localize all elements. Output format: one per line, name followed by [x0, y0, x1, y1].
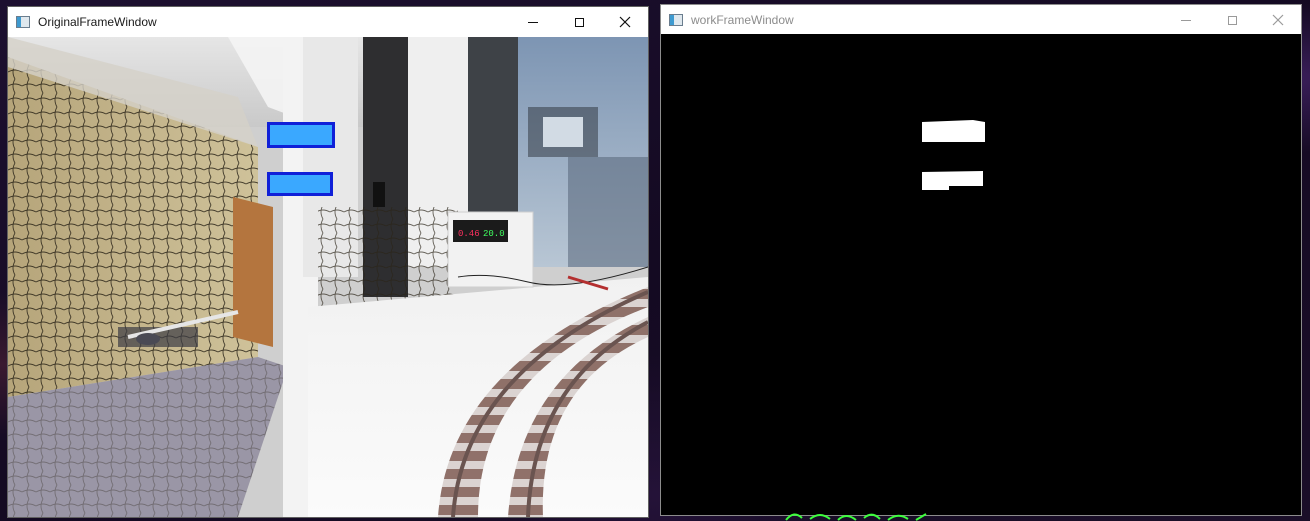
close-icon — [619, 16, 631, 28]
original-frame-window[interactable]: OriginalFrameWindow 0.46 20.0 — [7, 6, 649, 518]
work-window-title: workFrameWindow — [691, 13, 794, 27]
meter-left-reading: 0.46 — [458, 229, 480, 239]
maximize-icon — [1227, 15, 1237, 25]
meter-right-reading: 20.0 — [483, 229, 505, 239]
minimize-button[interactable] — [1163, 5, 1209, 35]
orange-panel — [233, 197, 273, 347]
original-window-titlebar[interactable]: OriginalFrameWindow — [8, 7, 648, 37]
minimize-button[interactable] — [510, 7, 556, 37]
minimize-icon — [1181, 19, 1191, 21]
work-frame-window[interactable]: workFrameWindow — [660, 4, 1302, 516]
maximize-button[interactable] — [1209, 5, 1255, 35]
close-icon — [1272, 14, 1284, 26]
maximize-button[interactable] — [556, 7, 602, 37]
close-button[interactable] — [602, 7, 648, 37]
mask-blobs — [922, 120, 985, 190]
camera-scene: 0.46 20.0 — [8, 37, 648, 517]
window-app-icon — [669, 14, 683, 26]
mask-blob-lower — [922, 171, 983, 190]
binary-mask-image — [661, 34, 1301, 515]
close-button[interactable] — [1255, 5, 1301, 35]
detection-box-lower — [267, 172, 333, 196]
mask-blob-upper — [922, 120, 985, 142]
work-window-titlebar[interactable]: workFrameWindow — [661, 5, 1301, 35]
camera-frame-image: 0.46 20.0 — [8, 37, 648, 517]
original-window-controls — [510, 7, 648, 37]
background-app-glow — [785, 513, 927, 521]
work-window-controls — [1163, 5, 1301, 35]
original-window-title: OriginalFrameWindow — [38, 15, 157, 29]
minimize-icon — [528, 21, 538, 23]
maximize-icon — [574, 17, 584, 27]
detection-box-upper — [267, 122, 335, 148]
window-app-icon — [16, 16, 30, 28]
